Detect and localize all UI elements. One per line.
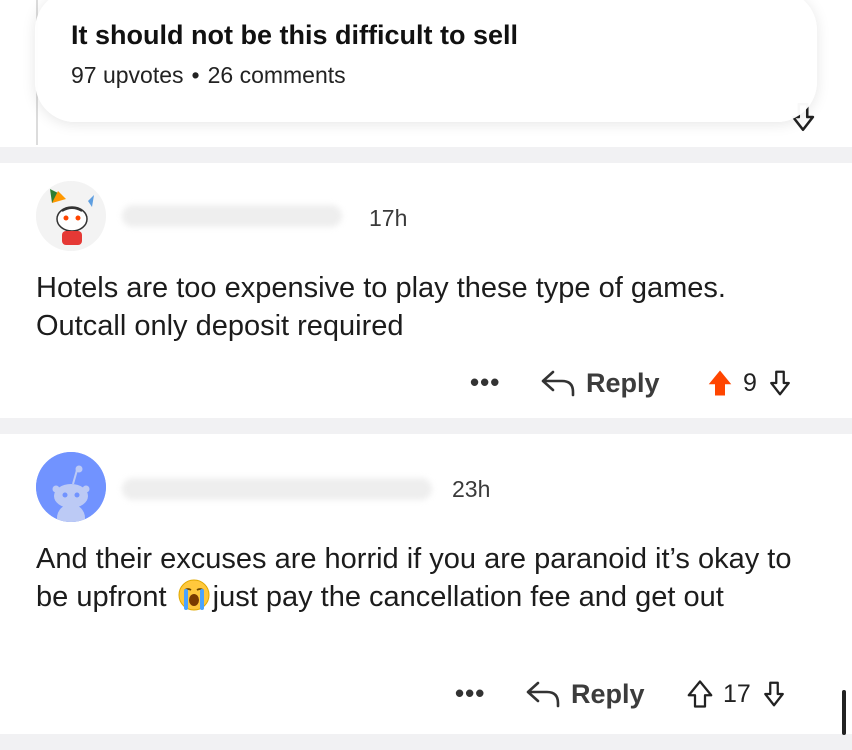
post-header: It should not be this difficult to sell … (0, 0, 852, 148)
score: 9 (743, 368, 757, 397)
upvote-arrow-icon[interactable] (705, 367, 735, 399)
upvote-count: 97 upvotes (71, 62, 184, 88)
comment-count: 26 comments (207, 62, 346, 88)
post-meta: 97 upvotes • 26 comments (71, 62, 346, 89)
reply-button[interactable]: Reply (540, 363, 660, 403)
upvote-arrow-icon[interactable] (685, 678, 715, 710)
comment: 17h Hotels are too expensive to play the… (0, 163, 852, 418)
username[interactable] (122, 205, 342, 227)
vote-control: 17 (685, 674, 789, 714)
reply-label: Reply (571, 678, 645, 709)
downvote-arrow-icon[interactable] (765, 367, 795, 399)
downvote-arrow-icon[interactable] (759, 678, 789, 710)
reply-arrow-icon (526, 681, 560, 708)
more-options-button[interactable]: ••• (455, 678, 485, 709)
divider (0, 734, 852, 750)
comment-text-after-emoji: just pay the cancellation fee and get ou… (212, 581, 724, 613)
score: 17 (723, 679, 751, 708)
comment: 23h And their excuses are horrid if you … (0, 434, 852, 734)
comment-body: Hotels are too expensive to play these t… (36, 272, 726, 342)
timestamp: 17h (369, 205, 408, 231)
vote-control: 9 (705, 363, 795, 403)
avatar[interactable] (36, 452, 106, 522)
reply-label: Reply (586, 367, 660, 398)
comment-body: And their excuses are horrid if you are … (36, 540, 816, 616)
comment-actions: ••• Reply 9 (470, 363, 820, 403)
floating-post-card[interactable]: It should not be this difficult to sell … (35, 0, 817, 122)
post-title: It should not be this difficult to sell (71, 20, 518, 50)
divider (0, 418, 852, 434)
timestamp: 23h (452, 476, 491, 502)
loudly-crying-face-icon (177, 578, 211, 612)
meta-separator: • (191, 62, 200, 88)
divider (0, 147, 852, 163)
username[interactable] (122, 478, 432, 500)
reply-arrow-icon (541, 370, 575, 397)
avatar[interactable] (36, 181, 106, 251)
scrollbar[interactable] (842, 690, 846, 735)
more-options-button[interactable]: ••• (470, 367, 500, 398)
reply-button[interactable]: Reply (525, 674, 645, 714)
comment-actions: ••• Reply 17 (455, 674, 820, 714)
